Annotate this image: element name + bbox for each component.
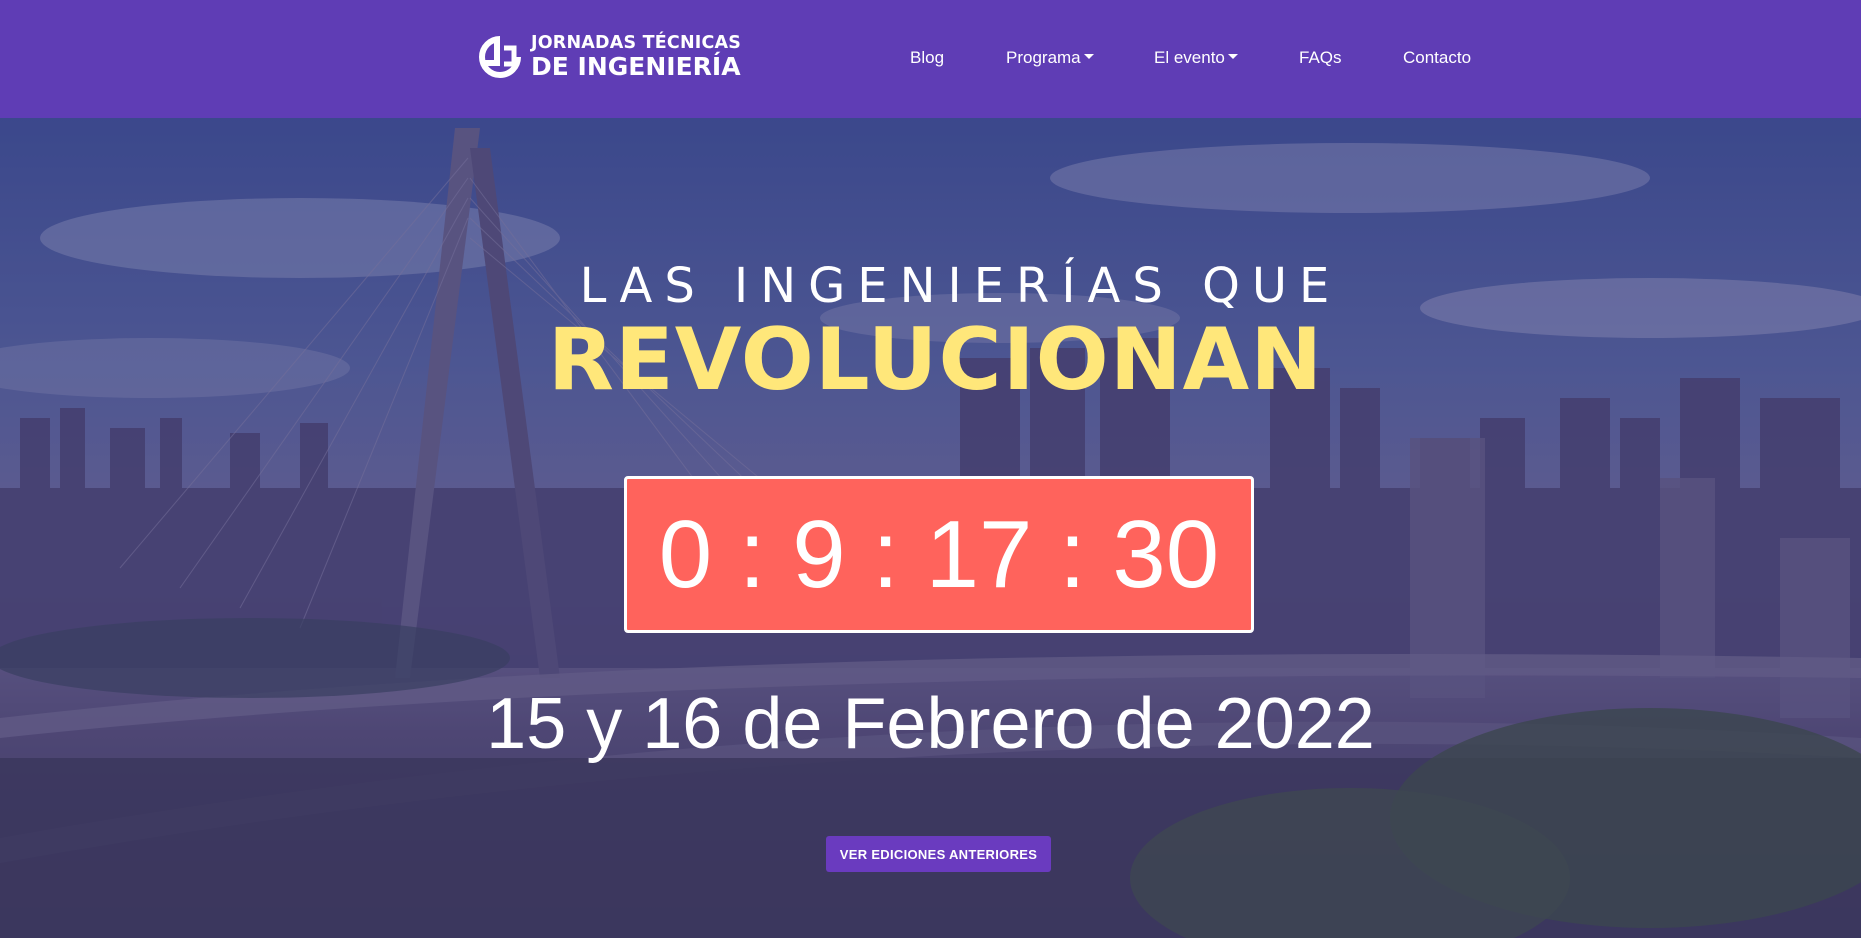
previous-editions-button[interactable]: VER EDICIONES ANTERIORES [826,836,1051,872]
chevron-down-icon [1227,54,1238,59]
countdown-timer: 0 : 9 : 17 : 30 [624,476,1254,633]
nav-programa-dropdown[interactable]: Programa [1006,46,1094,70]
nav-blog[interactable]: Blog [910,46,944,70]
hero-section: LAS INGENIERÍAS QUE REVOLUCIONAN 0 : 9 :… [0,118,1861,938]
top-navbar: JORNADAS TÉCNICAS DE INGENIERÍA Blog Pro… [0,0,1861,118]
headline-main: REVOLUCIONAN [547,310,1324,410]
nav-el-evento-label: El evento [1154,48,1225,67]
event-date: 15 y 16 de Febrero de 2022 [486,684,1375,764]
nav-programa-label: Programa [1006,48,1081,67]
nav-contacto[interactable]: Contacto [1403,46,1471,70]
nav-faqs[interactable]: FAQs [1299,46,1342,70]
countdown-text: 0 : 9 : 17 : 30 [658,500,1220,608]
main-nav: Blog Programa El evento FAQs Contacto [0,46,1861,70]
headline-top: LAS INGENIERÍAS QUE [579,258,1342,314]
nav-el-evento-dropdown[interactable]: El evento [1154,46,1238,70]
chevron-down-icon [1083,54,1094,59]
